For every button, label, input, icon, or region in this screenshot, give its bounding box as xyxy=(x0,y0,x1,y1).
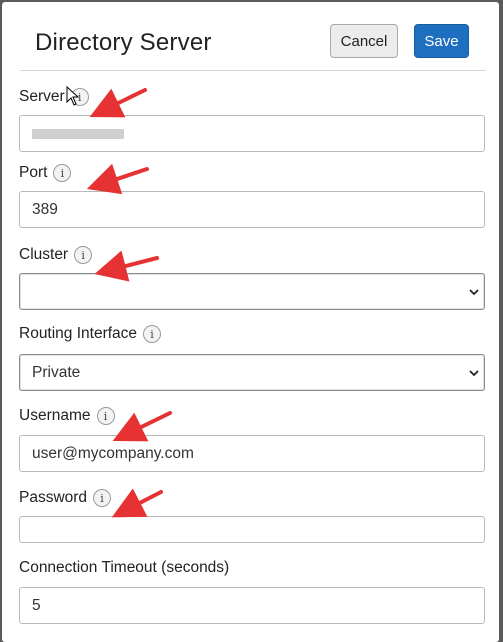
cluster-select[interactable] xyxy=(19,273,485,310)
port-input[interactable]: 389 xyxy=(19,191,485,228)
connection-timeout-input[interactable]: 5 xyxy=(19,587,485,624)
server-label: Server xyxy=(19,88,65,105)
routing-interface-select[interactable]: Private xyxy=(19,354,485,391)
dialog-header: Directory Server Cancel Save xyxy=(2,2,499,72)
password-label-row: Password i xyxy=(19,487,112,509)
save-button[interactable]: Save xyxy=(414,24,469,58)
cluster-info-icon[interactable]: i xyxy=(74,246,93,264)
password-label: Password xyxy=(19,489,88,506)
routing-interface-value: Private xyxy=(32,363,81,381)
password-input[interactable] xyxy=(19,516,485,543)
server-input[interactable] xyxy=(19,115,485,152)
username-value: user@mycompany.com xyxy=(32,444,194,462)
port-info-icon[interactable]: i xyxy=(53,164,72,182)
routing-interface-label: Routing Interface xyxy=(19,325,138,342)
port-label-row: Port i xyxy=(19,162,72,184)
username-input[interactable]: user@mycompany.com xyxy=(19,435,485,472)
connection-timeout-label: Connection Timeout (seconds) xyxy=(19,559,230,576)
chevron-down-icon xyxy=(468,367,480,379)
cancel-button[interactable]: Cancel xyxy=(330,24,398,58)
chevron-down-icon xyxy=(468,286,480,298)
dialog-title: Directory Server xyxy=(35,29,212,56)
mouse-cursor-icon xyxy=(66,86,80,106)
header-divider xyxy=(20,70,486,71)
connection-timeout-value: 5 xyxy=(32,596,41,614)
username-label-row: Username i xyxy=(19,405,115,427)
port-value: 389 xyxy=(32,200,58,218)
cluster-label: Cluster xyxy=(19,246,69,263)
password-info-icon[interactable]: i xyxy=(93,489,112,507)
port-label: Port xyxy=(19,164,48,181)
connection-timeout-label-row: Connection Timeout (seconds) xyxy=(19,557,229,579)
routing-interface-info-icon[interactable]: i xyxy=(143,325,162,343)
routing-interface-label-row: Routing Interface i xyxy=(19,323,162,345)
username-label: Username xyxy=(19,407,91,424)
username-info-icon[interactable]: i xyxy=(96,407,115,425)
redacted-server-value xyxy=(32,128,124,139)
cluster-label-row: Cluster i xyxy=(19,244,93,266)
